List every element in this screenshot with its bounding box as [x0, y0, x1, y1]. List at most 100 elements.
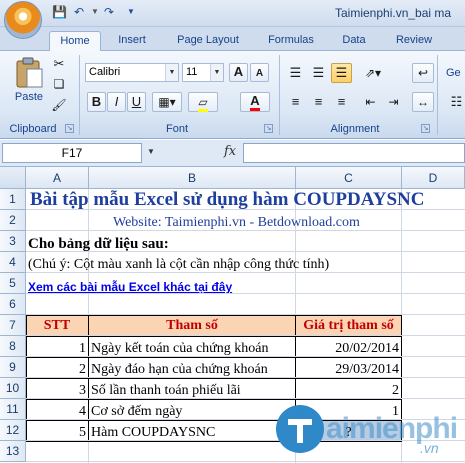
column-header-b[interactable]: B	[89, 167, 296, 189]
gridline	[26, 356, 465, 357]
gridline	[26, 272, 465, 273]
row-header[interactable]: 1	[0, 189, 26, 210]
font-group-label: Font	[165, 123, 188, 135]
align-left-icon[interactable]: ≡	[285, 92, 306, 112]
stt-4[interactable]: 4	[26, 404, 86, 420]
sheet-title[interactable]: Bài tập mẫu Excel sử dụng hàm COUPDAYSNC	[30, 189, 424, 211]
font-launcher-icon[interactable]: ↘	[264, 124, 273, 133]
paste-label: Paste	[14, 91, 44, 103]
orientation-icon[interactable]: ⇗▾	[358, 63, 388, 83]
formula-input[interactable]	[243, 143, 465, 163]
alignment-launcher-icon[interactable]: ↘	[421, 124, 430, 133]
align-top-icon[interactable]: ☰	[285, 63, 306, 83]
row-header[interactable]: 7	[0, 315, 26, 336]
stt-3[interactable]: 3	[26, 383, 86, 399]
value-2[interactable]: 29/03/2014	[296, 362, 399, 378]
shrink-font-button[interactable]: A	[250, 63, 269, 82]
gridline	[26, 251, 465, 252]
value-1[interactable]: 20/02/2014	[296, 341, 399, 357]
row-header[interactable]: 10	[0, 378, 26, 399]
stt-2[interactable]: 2	[26, 362, 86, 378]
header-stt[interactable]: STT	[26, 318, 88, 334]
gridline	[26, 314, 465, 315]
font-color-icon: A	[250, 93, 260, 111]
row-header[interactable]: 5	[0, 273, 26, 294]
param-5[interactable]: Hàm COUPDAYSNC	[91, 425, 215, 441]
value-3[interactable]: 2	[296, 383, 399, 399]
customize-qat-icon[interactable]: ▼	[124, 5, 138, 19]
row-header[interactable]: 11	[0, 399, 26, 420]
select-all-corner[interactable]	[0, 167, 26, 189]
italic-icon: I	[114, 94, 119, 109]
chevron-down-icon[interactable]: ▼	[147, 147, 155, 156]
row-header[interactable]: 4	[0, 252, 26, 273]
stt-1[interactable]: 1	[26, 341, 86, 357]
insert-function-icon[interactable]: fx	[224, 144, 236, 159]
row-header[interactable]: 9	[0, 357, 26, 378]
align-bottom-icon[interactable]: ☰	[331, 63, 352, 83]
row-header[interactable]: 12	[0, 420, 26, 441]
param-4[interactable]: Cơ sở đếm ngày	[91, 404, 182, 420]
office-button-icon[interactable]	[4, 1, 42, 39]
row-header[interactable]: 6	[0, 294, 26, 315]
row-header[interactable]: 8	[0, 336, 26, 357]
fill-color-button[interactable]: ▱	[188, 92, 218, 112]
undo-icon[interactable]: ↶	[72, 5, 86, 19]
tab-formulas[interactable]: Formulas	[258, 31, 324, 51]
examples-link[interactable]: Xem các bài mẫu Excel khác tại đây	[28, 280, 232, 294]
undo-dropdown-icon[interactable]: ▼	[88, 5, 102, 19]
column-header-c[interactable]: C	[296, 167, 402, 189]
align-right-icon[interactable]: ≡	[331, 92, 352, 112]
font-color-button[interactable]: A	[240, 92, 270, 112]
bold-button[interactable]: B	[87, 92, 106, 112]
note-text[interactable]: (Chú ý: Cột màu xanh là cột cần nhập côn…	[28, 257, 329, 273]
align-middle-icon[interactable]: ☰	[308, 63, 329, 83]
underline-button[interactable]: U	[127, 92, 146, 112]
param-1[interactable]: Ngày kết toán của chứng khoán	[91, 341, 268, 357]
grow-font-icon: A	[233, 64, 244, 79]
font-name-select[interactable]: Calibri ▼	[85, 63, 179, 82]
grow-font-button[interactable]: A	[229, 63, 248, 82]
table-row-border	[26, 399, 402, 400]
tab-home[interactable]: Home	[49, 31, 101, 51]
website-text[interactable]: Website: Taimienphi.vn - Betdownload.com	[113, 215, 360, 231]
align-center-icon[interactable]: ≡	[308, 92, 329, 112]
wrap-text-icon[interactable]: ↩	[412, 63, 434, 83]
tab-insert[interactable]: Insert	[106, 31, 158, 51]
column-header-d[interactable]: D	[402, 167, 465, 189]
ribbon-tabs: Home Insert Page Layout Formulas Data Re…	[0, 27, 465, 51]
paste-button[interactable]: Paste	[8, 55, 50, 115]
tab-data[interactable]: Data	[333, 31, 375, 51]
currency-icon[interactable]: ☷	[448, 92, 465, 112]
save-icon[interactable]: 💾	[52, 5, 67, 19]
name-box[interactable]: F17	[2, 143, 142, 163]
stt-5[interactable]: 5	[26, 425, 86, 441]
borders-button[interactable]: ▦▾	[152, 92, 182, 112]
row-header[interactable]: 2	[0, 210, 26, 231]
clipboard-launcher-icon[interactable]: ↘	[65, 124, 74, 133]
merge-center-icon[interactable]: ↔	[412, 92, 434, 112]
format-painter-icon[interactable]: 🖌	[50, 97, 68, 115]
cut-icon[interactable]: ✂	[50, 55, 68, 73]
chevron-down-icon: ▼	[165, 64, 178, 81]
increase-indent-icon[interactable]: ⇥	[383, 92, 404, 112]
title-bar: 💾 ↶ ▼ ↷ ▼ Taimienphi.vn_bai ma	[0, 0, 465, 39]
header-param[interactable]: Tham số	[89, 318, 295, 334]
param-3[interactable]: Số lần thanh toán phiếu lãi	[91, 383, 241, 399]
column-header-a[interactable]: A	[26, 167, 89, 189]
tab-page-layout[interactable]: Page Layout	[168, 31, 248, 51]
decrease-indent-icon[interactable]: ⇤	[360, 92, 381, 112]
param-2[interactable]: Ngày đáo hạn của chứng khoán	[91, 362, 268, 378]
font-size-select[interactable]: 11 ▼	[182, 63, 224, 82]
tab-review[interactable]: Review	[386, 31, 442, 51]
row-header[interactable]: 3	[0, 231, 26, 252]
italic-button[interactable]: I	[107, 92, 126, 112]
row-header[interactable]: 13	[0, 441, 26, 462]
number-format-button[interactable]: Ge	[445, 63, 465, 83]
redo-icon[interactable]: ↷	[102, 5, 116, 19]
chevron-down-icon: ▼	[210, 64, 223, 81]
header-value[interactable]: Giá trị tham số	[296, 318, 401, 334]
fill-color-icon: ▱	[198, 95, 208, 112]
copy-icon[interactable]: ❏	[50, 76, 68, 94]
table-row-border	[26, 336, 402, 337]
